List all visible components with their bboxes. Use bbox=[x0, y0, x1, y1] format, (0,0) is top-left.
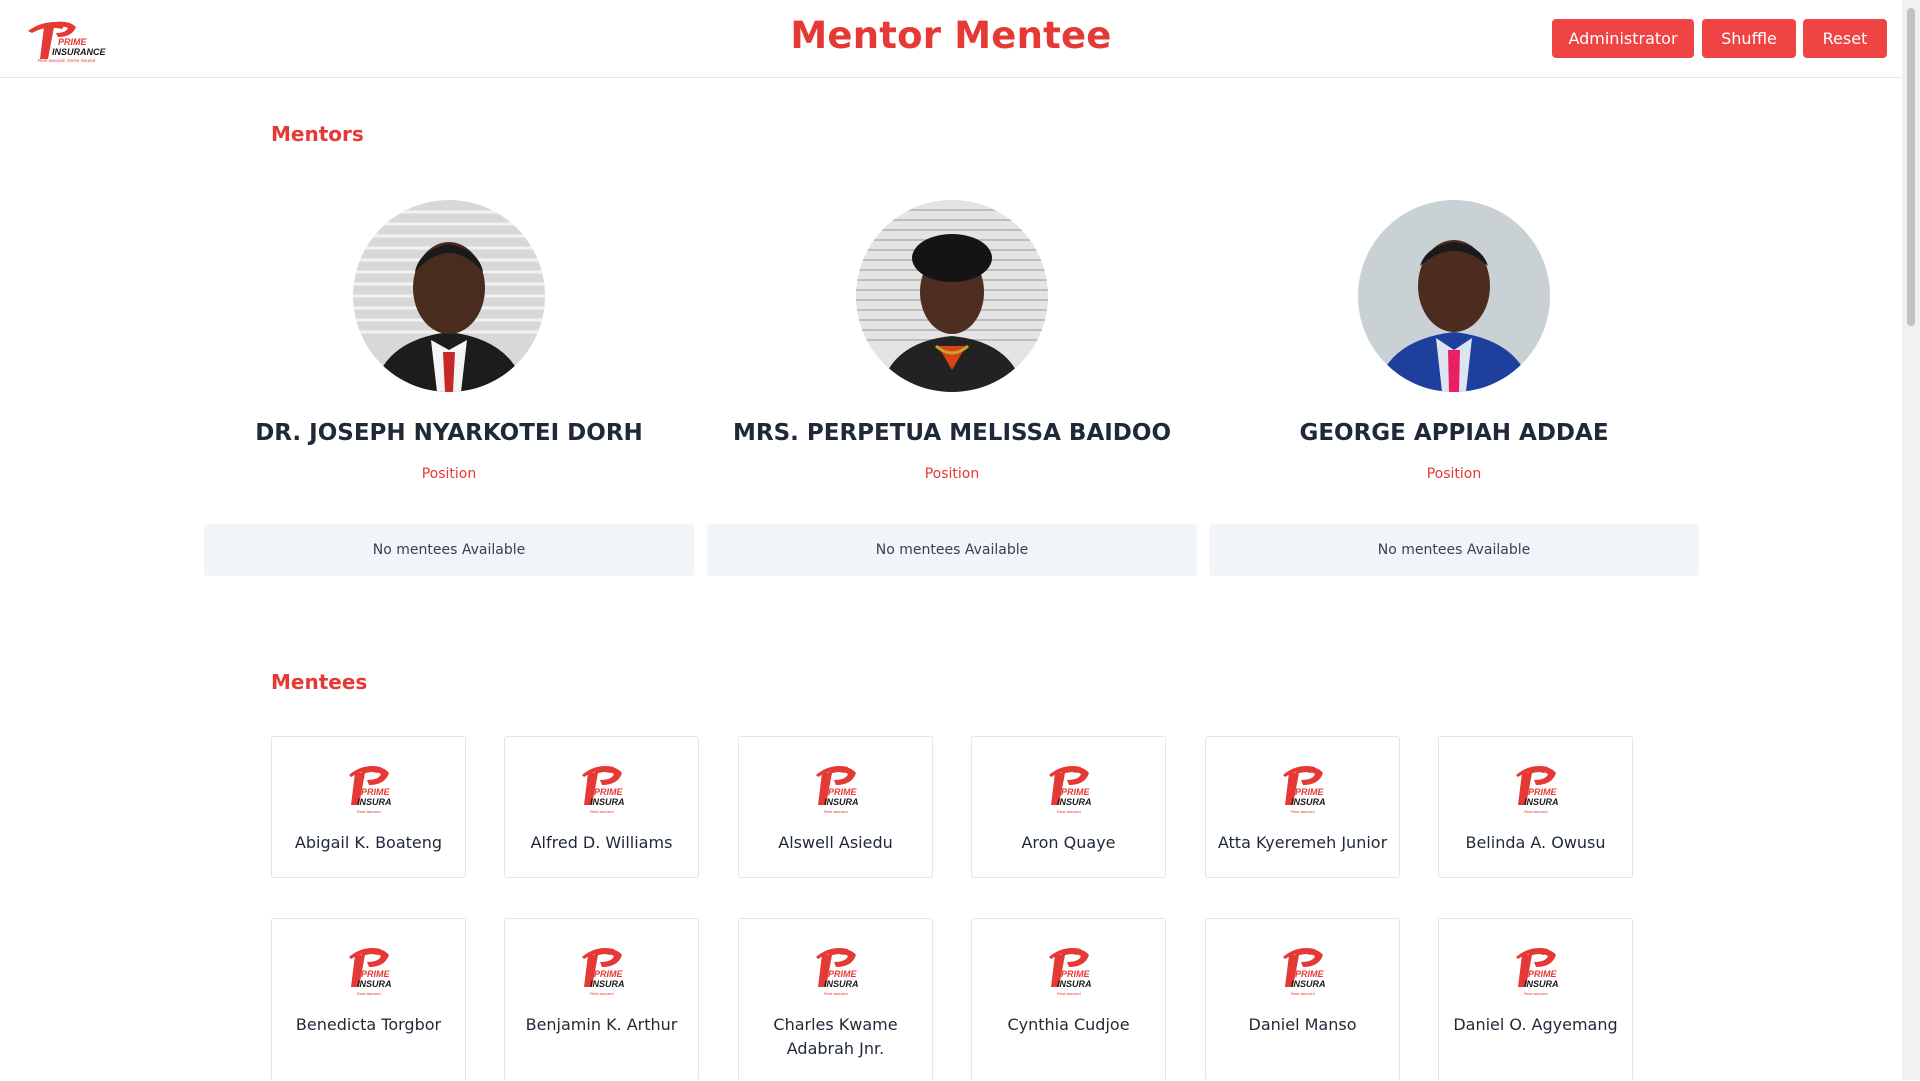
mentee-avatar-logo bbox=[1515, 948, 1559, 996]
mentor-photo bbox=[1358, 200, 1550, 392]
mentee-avatar-logo bbox=[815, 766, 859, 814]
mentee-avatar-logo bbox=[815, 948, 859, 996]
mentor-photo bbox=[856, 200, 1048, 392]
mentee-card[interactable]: Alfred D. Williams bbox=[504, 736, 699, 878]
mentor-name: DR. JOSEPH NYARKOTEI DORH bbox=[255, 420, 643, 446]
reset-button[interactable]: Reset bbox=[1803, 19, 1887, 58]
mentee-avatar-logo bbox=[1048, 766, 1092, 814]
mentee-name: Charles Kwame Adabrah Jnr. bbox=[773, 1015, 898, 1058]
mentor-card: MRS. PERPETUA MELISSA BAIDOO Position bbox=[707, 200, 1197, 482]
mentee-card[interactable]: Benedicta Torgbor bbox=[271, 918, 466, 1081]
mentee-avatar-logo bbox=[1282, 766, 1326, 814]
mentor-position: Position bbox=[924, 466, 980, 482]
mentee-avatar-logo bbox=[581, 766, 625, 814]
mentor-mentees-panel: No mentees Available bbox=[707, 524, 1197, 576]
mentee-card[interactable]: Charles Kwame Adabrah Jnr. bbox=[738, 918, 933, 1081]
vertical-scrollbar[interactable] bbox=[1902, 0, 1920, 1080]
mentee-card[interactable]: Alswell Asiedu bbox=[738, 736, 933, 878]
mentee-avatar-logo bbox=[348, 766, 392, 814]
mentees-heading: Mentees bbox=[271, 670, 368, 694]
mentee-avatar-logo bbox=[1282, 948, 1326, 996]
shuffle-button[interactable]: Shuffle bbox=[1702, 19, 1796, 58]
mentee-card[interactable]: Benjamin K. Arthur bbox=[504, 918, 699, 1081]
mentee-name: Abigail K. Boateng bbox=[294, 833, 443, 852]
mentee-name: Alfred D. Williams bbox=[530, 833, 673, 852]
mentor-mentees-panel: No mentees Available bbox=[1209, 524, 1699, 576]
mentee-name: Daniel O. Agyemang bbox=[1453, 1015, 1618, 1034]
mentor-mentees-panel: No mentees Available bbox=[204, 524, 694, 576]
scrollbar-thumb[interactable] bbox=[1907, 8, 1915, 326]
mentee-card[interactable]: Abigail K. Boateng bbox=[271, 736, 466, 878]
mentee-avatar-logo bbox=[348, 948, 392, 996]
mentee-card[interactable]: Aron Quaye bbox=[971, 736, 1166, 878]
administrator-button[interactable]: Administrator bbox=[1552, 19, 1694, 58]
mentee-name: Daniel Manso bbox=[1248, 1015, 1357, 1034]
mentee-name: Benjamin K. Arthur bbox=[525, 1015, 678, 1034]
mentor-name: GEORGE APPIAH ADDAE bbox=[1299, 420, 1609, 446]
mentee-name: Benedicta Torgbor bbox=[295, 1015, 442, 1034]
mentor-card: GEORGE APPIAH ADDAE Position bbox=[1209, 200, 1699, 482]
mentee-card[interactable]: Daniel Manso bbox=[1205, 918, 1400, 1081]
mentee-card[interactable]: Belinda A. Owusu bbox=[1438, 736, 1633, 878]
mentee-name: Cynthia Cudjoe bbox=[1007, 1015, 1130, 1034]
mentor-card: DR. JOSEPH NYARKOTEI DORH Position bbox=[204, 200, 694, 482]
top-header: PRIME INSURANCE Rest assured. You're ins… bbox=[0, 0, 1902, 78]
mentee-name: Aron Quaye bbox=[1021, 833, 1116, 852]
mentor-photo bbox=[353, 200, 545, 392]
mentee-avatar-logo bbox=[581, 948, 625, 996]
mentee-name: Atta Kyeremeh Junior bbox=[1217, 833, 1388, 852]
mentor-position: Position bbox=[1426, 466, 1482, 482]
mentee-card[interactable]: Cynthia Cudjoe bbox=[971, 918, 1166, 1081]
mentee-name: Belinda A. Owusu bbox=[1465, 833, 1606, 852]
mentors-heading: Mentors bbox=[271, 122, 364, 146]
mentor-position: Position bbox=[421, 466, 477, 482]
mentee-card[interactable]: Daniel O. Agyemang bbox=[1438, 918, 1633, 1081]
mentee-avatar-logo bbox=[1048, 948, 1092, 996]
mentor-name: MRS. PERPETUA MELISSA BAIDOO bbox=[732, 420, 1172, 446]
mentee-name: Alswell Asiedu bbox=[778, 833, 893, 852]
logo-tagline: Rest assured. You're insured bbox=[38, 58, 96, 63]
mentee-card[interactable]: Atta Kyeremeh Junior bbox=[1205, 736, 1400, 878]
mentee-avatar-logo bbox=[1515, 766, 1559, 814]
